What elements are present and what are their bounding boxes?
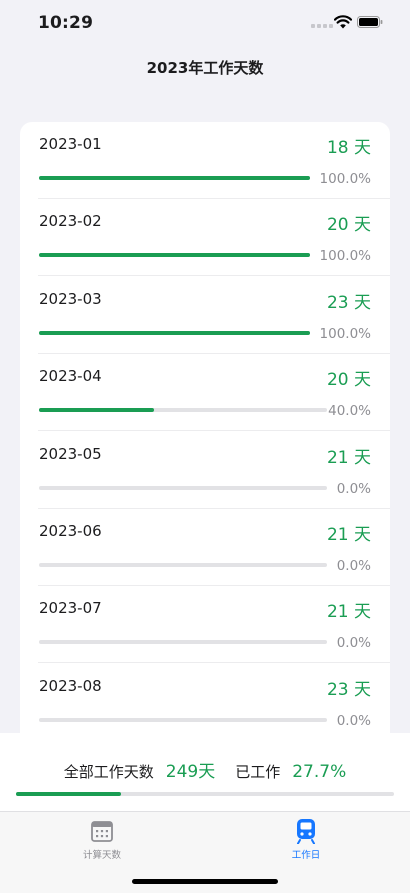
month-label: 2023-08 bbox=[39, 676, 102, 695]
progress-fill bbox=[39, 408, 155, 413]
month-label: 2023-04 bbox=[39, 367, 102, 386]
progress-bar bbox=[39, 253, 310, 258]
progress-percent: 0.0% bbox=[336, 712, 371, 729]
worked-value: 27.7% bbox=[292, 762, 347, 782]
progress-percent: 100.0% bbox=[319, 248, 371, 265]
tab-workdays[interactable]: 工作日 bbox=[261, 818, 351, 861]
progress-fill bbox=[39, 253, 310, 258]
list-item[interactable]: 2023-08 23 天 0.0% bbox=[20, 664, 390, 741]
progress-percent: 0.0% bbox=[336, 635, 371, 652]
month-label: 2023-05 bbox=[39, 444, 102, 463]
progress-bar bbox=[39, 330, 310, 335]
workdays-count: 20 天 bbox=[326, 215, 371, 236]
train-icon bbox=[297, 819, 315, 844]
list-item[interactable]: 2023-06 21 天 0.0% bbox=[20, 509, 390, 586]
tab-workdays-label: 工作日 bbox=[291, 850, 321, 861]
list-item[interactable]: 2023-01 18 天 100.0% bbox=[20, 122, 390, 199]
workdays-count: 21 天 bbox=[326, 602, 371, 623]
overall-progress-bar bbox=[16, 792, 394, 796]
workdays-count: 21 天 bbox=[326, 447, 371, 468]
progress-fill bbox=[39, 330, 310, 335]
workdays-count: 23 天 bbox=[326, 292, 371, 313]
tab-calculate-days[interactable]: 计算天数 bbox=[57, 818, 147, 861]
progress-percent: 40.0% bbox=[328, 403, 371, 420]
overall-progress-fill bbox=[16, 792, 121, 796]
workdays-count: 20 天 bbox=[326, 370, 371, 391]
month-label: 2023-03 bbox=[39, 289, 102, 308]
workdays-count: 21 天 bbox=[326, 525, 371, 545]
workdays-count: 18 天 bbox=[326, 138, 371, 158]
home-indicator bbox=[132, 879, 278, 884]
wifi-icon bbox=[334, 15, 352, 29]
month-label: 2023-06 bbox=[39, 522, 102, 540]
progress-bar bbox=[39, 485, 327, 490]
list-item[interactable]: 2023-04 20 天 40.0% bbox=[20, 354, 390, 432]
calendar-icon bbox=[91, 821, 113, 842]
tab-calculate-days-label: 计算天数 bbox=[82, 850, 121, 861]
page-title: 2023年工作天数 bbox=[146, 59, 264, 77]
progress-bar bbox=[39, 640, 327, 645]
status-time: 10:29 bbox=[38, 13, 94, 33]
progress-percent: 0.0% bbox=[336, 480, 371, 497]
month-label: 2023-01 bbox=[39, 135, 102, 153]
total-days-value: 249天 bbox=[165, 762, 216, 782]
month-label: 2023-07 bbox=[39, 599, 102, 618]
list-item[interactable]: 2023-03 23 天 100.0% bbox=[20, 277, 390, 354]
workdays-count: 23 天 bbox=[326, 679, 371, 700]
progress-bar bbox=[39, 563, 327, 567]
month-label: 2023-02 bbox=[39, 212, 102, 231]
progress-percent: 100.0% bbox=[319, 325, 371, 342]
progress-percent: 0.0% bbox=[336, 558, 371, 574]
progress-fill bbox=[39, 176, 310, 180]
progress-bar bbox=[39, 408, 327, 413]
list-item[interactable]: 2023-02 20 天 100.0% bbox=[20, 199, 390, 277]
progress-bar bbox=[39, 717, 327, 722]
cellular-signal-icon bbox=[311, 24, 333, 28]
status-bar: 10:29 bbox=[0, 0, 410, 46]
battery-icon bbox=[357, 16, 383, 28]
list-item[interactable]: 2023-05 21 天 0.0% bbox=[20, 432, 390, 509]
progress-percent: 100.0% bbox=[319, 171, 371, 187]
worked-label: 已工作 bbox=[235, 763, 281, 781]
list-item[interactable]: 2023-07 21 天 0.0% bbox=[20, 586, 390, 664]
total-days-label: 全部工作天数 bbox=[63, 763, 154, 781]
month-list[interactable]: 2023-01 18 天 100.0% 2023-02 20 天 100.0% 2023-0… bbox=[20, 122, 390, 742]
progress-bar bbox=[39, 176, 310, 180]
summary-panel: 全部工作天数 249天 已工作 27.7% bbox=[0, 733, 410, 811]
